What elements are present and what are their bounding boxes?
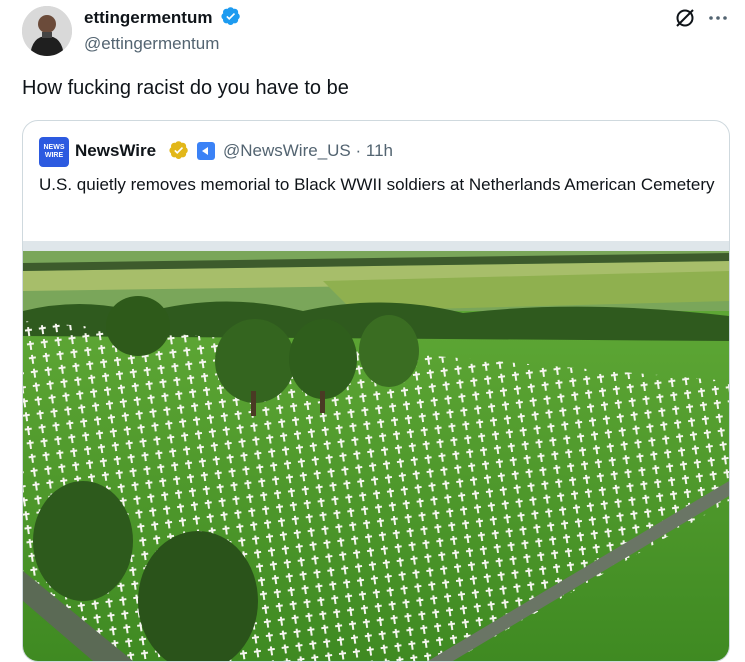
quoted-author-name[interactable]: NewsWire	[75, 141, 156, 161]
author-handle[interactable]: @ettingermentum	[84, 34, 219, 54]
grok-icon[interactable]	[673, 6, 697, 30]
quoted-handle-time[interactable]: @NewsWire_US · 11h	[223, 141, 393, 161]
affiliate-badge-icon[interactable]	[197, 142, 215, 160]
tweet-text: How fucking racist do you have to be	[22, 77, 349, 99]
gold-verified-icon	[169, 141, 188, 159]
avatar[interactable]	[22, 6, 72, 56]
affiliate-glyph-icon	[202, 147, 208, 155]
verified-badge-icon	[221, 7, 240, 25]
cemetery-photo[interactable]	[23, 241, 729, 661]
more-icon[interactable]	[706, 6, 730, 30]
author-name[interactable]: ettingermentum	[84, 6, 241, 28]
newswire-logo[interactable]: NEWS WIRE	[39, 137, 69, 167]
quoted-tweet-card[interactable]: NEWS WIRE NewsWire @NewsWire_US · 11h U.…	[22, 120, 730, 662]
author-name-text[interactable]: ettingermentum	[84, 8, 212, 27]
avatar-photo	[22, 6, 72, 56]
quoted-text: U.S. quietly removes memorial to Black W…	[39, 175, 715, 194]
